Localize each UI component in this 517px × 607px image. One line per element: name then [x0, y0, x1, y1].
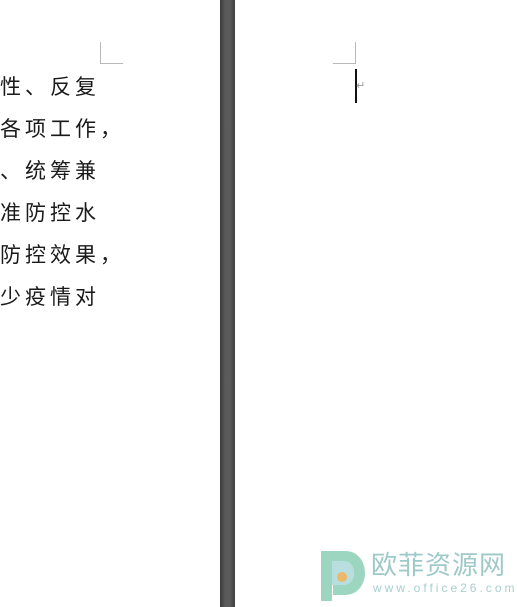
- document-body-text[interactable]: 性、反复 各项工作， 、统筹兼 准防控水 防控效果， 少疫情对: [0, 70, 220, 322]
- paragraph-mark-icon: ↵: [356, 79, 366, 92]
- document-viewport[interactable]: 性、反复 各项工作， 、统筹兼 准防控水 防控效果， 少疫情对 ↵ 欧菲资源网 …: [0, 0, 517, 607]
- watermark-url: www.office26.com: [373, 581, 517, 595]
- text-line: 少疫情对: [0, 285, 100, 309]
- watermark-logo-icon: [321, 551, 365, 601]
- watermark-text: 欧菲资源网 www.office26.com: [371, 551, 517, 595]
- text-line: 性、反复: [0, 75, 100, 99]
- text-line: 、统筹兼: [0, 159, 100, 183]
- text-line: 准防控水: [0, 201, 100, 225]
- page-corner-mark: [333, 42, 356, 64]
- text-line: 各项工作，: [0, 117, 125, 141]
- watermark-site-name: 欧菲资源网: [371, 551, 507, 581]
- watermark: 欧菲资源网 www.office26.com: [315, 545, 515, 601]
- page-separator: [220, 0, 235, 607]
- document-page-right[interactable]: [235, 0, 517, 607]
- text-line: 防控效果，: [0, 243, 125, 267]
- document-page-left[interactable]: 性、反复 各项工作， 、统筹兼 准防控水 防控效果， 少疫情对: [0, 0, 220, 607]
- page-corner-mark: [100, 42, 123, 64]
